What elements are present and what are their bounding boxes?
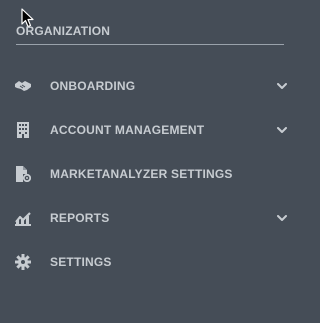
sidebar-menu: ONBOARDING ACCOUNT MANAGEMENT MARKETANAL… [0,64,300,284]
sidebar-item-marketanalyzer-settings[interactable]: MARKETANALYZER SETTINGS [0,152,300,196]
sidebar-item-label: REPORTS [50,211,110,225]
sidebar-item-reports[interactable]: REPORTS [0,196,300,240]
chevron-down-icon[interactable] [276,124,288,136]
sidebar-item-onboarding[interactable]: ONBOARDING [0,64,300,108]
gear-icon [14,254,32,270]
sidebar-item-label: MARKETANALYZER SETTINGS [50,167,233,181]
sidebar-item-settings[interactable]: SETTINGS [0,240,300,284]
sidebar-item-label: SETTINGS [50,255,112,269]
chart-icon [14,210,32,226]
sidebar-item-account-management[interactable]: ACCOUNT MANAGEMENT [0,108,300,152]
building-icon [14,122,32,138]
chevron-down-icon[interactable] [276,80,288,92]
sidebar-item-label: ACCOUNT MANAGEMENT [50,123,205,137]
chevron-down-icon[interactable] [276,212,288,224]
sidebar: ORGANIZATION ONBOARDING ACCOUNT MANAGEME… [0,0,300,323]
section-divider [16,44,284,45]
file-settings-icon [14,166,32,182]
section-title: ORGANIZATION [16,24,111,38]
sidebar-item-label: ONBOARDING [50,79,136,93]
handshake-icon [14,78,32,94]
